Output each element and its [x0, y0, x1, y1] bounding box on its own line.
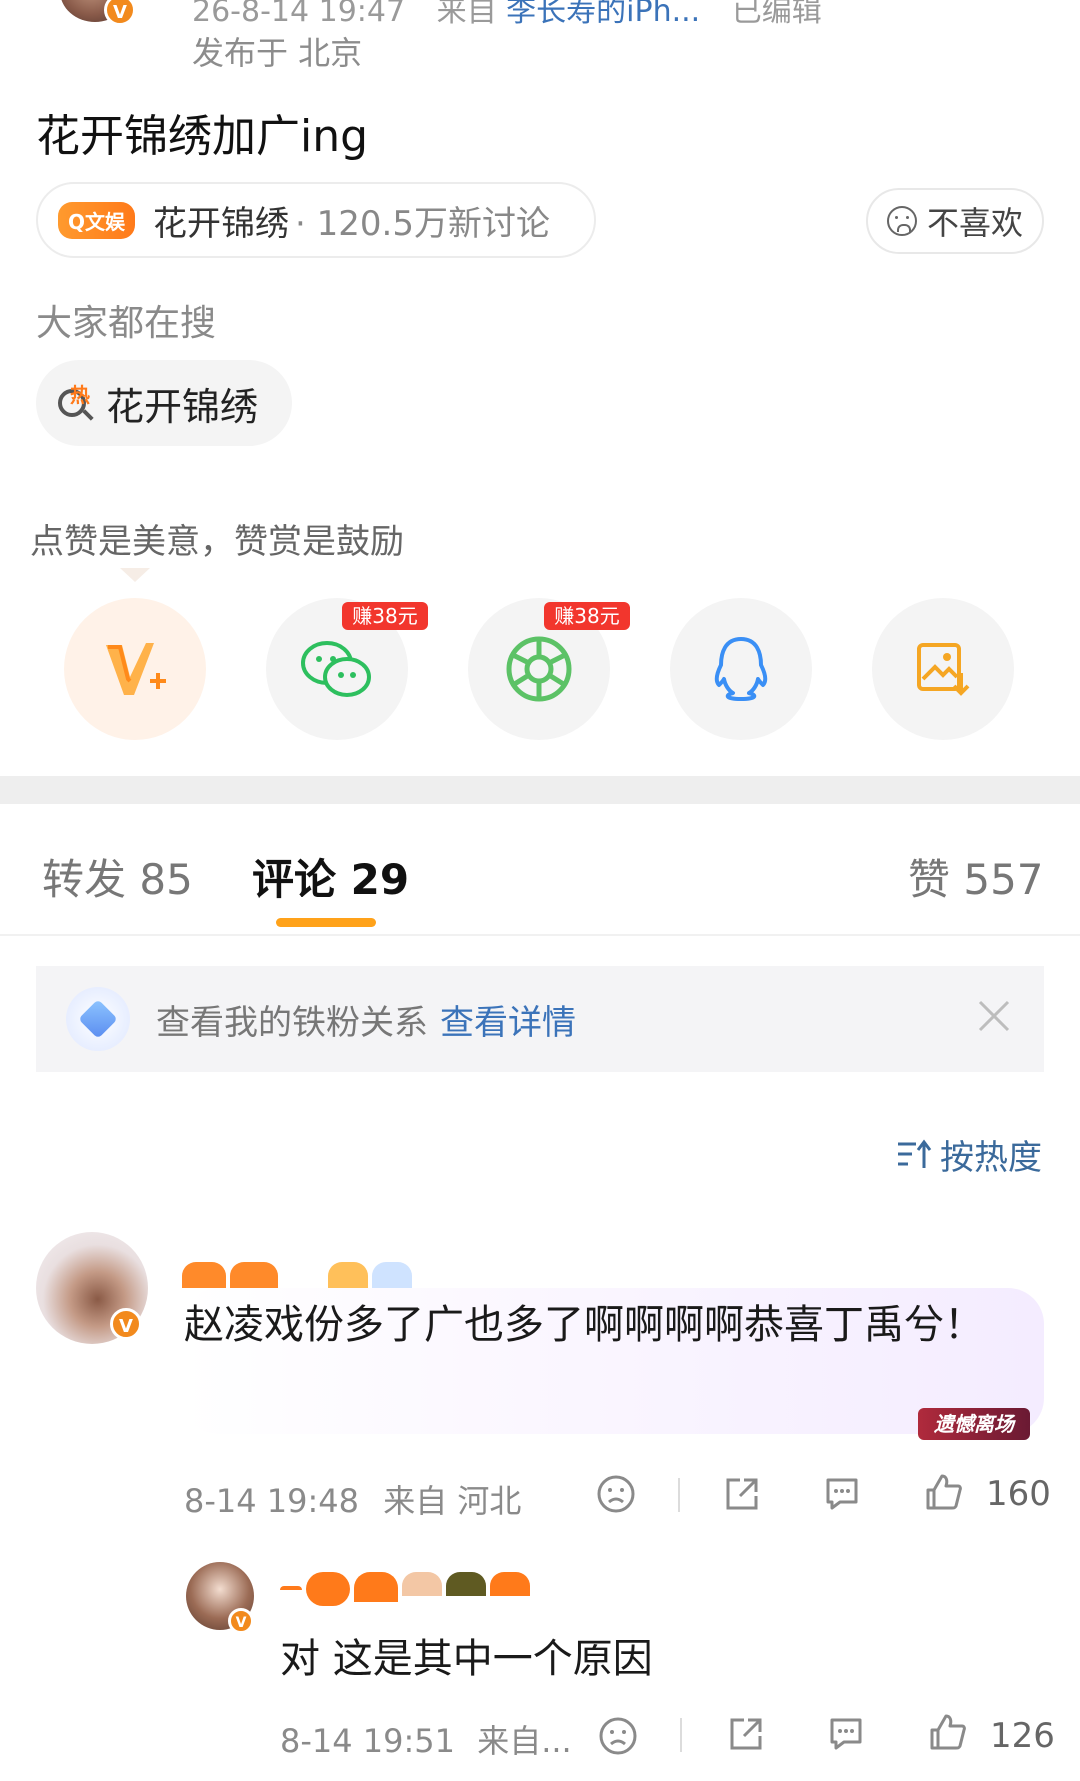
comment-text: 赵凌戏份多了广也多了啊啊啊啊恭喜丁禹兮！	[184, 1302, 984, 1348]
comment-icon[interactable]	[822, 1474, 862, 1514]
repost-icon[interactable]	[722, 1474, 762, 1514]
iron-fan-banner[interactable]: 查看我的铁粉关系 查看详情	[36, 966, 1044, 1072]
comment-badge: 遗憾离场	[918, 1408, 1030, 1440]
comment-meta: 8-14 19:48 来自 河北	[184, 1476, 521, 1522]
comment-time: 8-14 19:48	[184, 1482, 360, 1520]
sort-label: 按热度	[940, 1138, 1042, 1178]
praise-hint: 点赞是美意，赞赏是鼓励	[30, 522, 404, 562]
action-divider	[680, 1718, 682, 1752]
qq-share-button[interactable]	[670, 598, 812, 740]
active-tab-indicator	[276, 918, 376, 927]
sort-icon	[898, 1139, 932, 1168]
sort-by-heat-button[interactable]: 按热度	[896, 1130, 1042, 1179]
search-section-label: 大家都在搜	[36, 303, 217, 344]
published-location: 发布于 北京	[192, 34, 363, 72]
dislike-label: 不喜欢	[926, 204, 1023, 242]
dislike-button[interactable]: 不喜欢	[866, 188, 1044, 254]
tab-comments[interactable]: 评论 29	[252, 846, 409, 907]
verified-badge-icon: V	[110, 1308, 142, 1340]
repost-icon[interactable]	[726, 1714, 766, 1754]
comment-location: 来自 河北	[383, 1482, 522, 1520]
wenyu-tag: Q文娱	[58, 201, 136, 239]
hint-caret-icon	[120, 568, 150, 582]
diamond-icon	[66, 987, 130, 1051]
reply-time: 8-14 19:51	[280, 1722, 456, 1760]
hot-search-term: 花开锦绣	[106, 384, 259, 429]
dislike-icon[interactable]	[596, 1474, 636, 1514]
section-divider	[0, 776, 1080, 804]
reply-text: 对 这是其中一个原因	[280, 1636, 653, 1682]
like-count: 126	[990, 1716, 1055, 1756]
qq-icon	[714, 637, 768, 701]
topic-discussion-count: · 120.5万新讨论	[295, 203, 550, 244]
like-count: 160	[986, 1474, 1051, 1514]
user-name-decoration	[182, 1262, 412, 1288]
comment-icon[interactable]	[826, 1714, 866, 1754]
fan-banner-text: 查看我的铁粉关系	[156, 1002, 428, 1043]
hot-search-pill[interactable]: 热 花开锦绣	[36, 360, 292, 446]
action-divider	[678, 1478, 680, 1512]
close-icon[interactable]	[974, 996, 1014, 1036]
post-meta: 26-8-14 19:47 来自 李长寿的iPh... 已编辑	[192, 0, 822, 30]
post-from: 来自	[436, 0, 497, 29]
post-time: 26-8-14 19:47	[192, 0, 406, 29]
hot-badge: 热	[70, 383, 90, 407]
tab-likes[interactable]: 赞 557	[908, 846, 1044, 907]
wechat-icon	[301, 641, 371, 697]
earn-badge-moments: 赚38元	[544, 602, 630, 630]
save-image-icon	[917, 643, 970, 696]
save-image-button[interactable]	[872, 598, 1014, 740]
topic-name: 花开锦绣	[153, 203, 290, 244]
view-details-link[interactable]: 查看详情	[440, 995, 576, 1044]
like-icon[interactable]	[924, 1472, 964, 1512]
moments-icon	[506, 636, 572, 702]
like-icon[interactable]	[928, 1712, 968, 1752]
post-text: 花开锦绣加广ing	[36, 111, 369, 162]
vplus-icon	[106, 643, 166, 695]
tab-repost[interactable]: 转发 85	[42, 846, 193, 907]
post-source-link[interactable]: 李长寿的iPh...	[506, 0, 700, 29]
hot-search-icon: 热	[56, 383, 96, 423]
sad-face-icon	[886, 206, 917, 236]
earn-badge-wechat: 赚38元	[342, 602, 428, 630]
user-name-decoration	[280, 1572, 530, 1606]
verified-badge-icon: V	[228, 1608, 254, 1634]
topic-pill[interactable]: Q文娱 花开锦绣 · 120.5万新讨论	[36, 182, 596, 258]
verified-badge-icon: V	[104, 0, 136, 26]
tab-divider	[0, 934, 1080, 936]
reply-meta: 8-14 19:51 来自...	[280, 1716, 572, 1762]
edited-label[interactable]: 已编辑	[732, 0, 822, 29]
reply-location: 来自...	[477, 1722, 572, 1760]
dislike-icon[interactable]	[598, 1716, 638, 1756]
vplus-button[interactable]	[64, 598, 206, 740]
